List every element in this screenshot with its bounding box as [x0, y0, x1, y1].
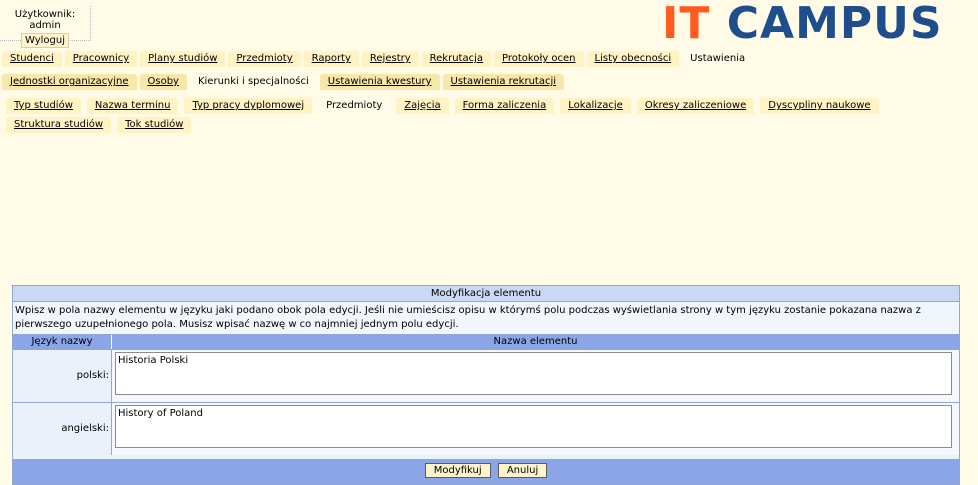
subtab-jednostki-organizacyjne[interactable]: Jednostki organizacyjne [2, 74, 137, 90]
cancel-button[interactable]: Anuluj [497, 463, 548, 478]
sectiontab-typ-pracy-dyplomowej[interactable]: Typ pracy dyplomowej [184, 98, 313, 114]
sectiontab-forma-zaliczenia[interactable]: Forma zaliczenia [454, 98, 555, 114]
table-row: angielski: [13, 402, 959, 455]
name-input-english[interactable] [115, 405, 952, 448]
subtab-kierunki-i-specjalności[interactable]: Kierunki i specjalności [189, 74, 317, 90]
sectiontab-okresy-zaliczeniowe[interactable]: Okresy zaliczeniowe [636, 98, 755, 114]
user-name-label: Użytkownik: admin [14, 9, 76, 31]
sectiontab-lokalizacje[interactable]: Lokalizacje [560, 98, 631, 114]
it-campus-logo: IT CAMPUS [662, 2, 943, 46]
page-scrollbar[interactable] [964, 0, 978, 483]
language-label-polish: polski: [13, 350, 112, 402]
subtab-ustawienia-rekrutacji[interactable]: Ustawienia rekrutacji [442, 74, 565, 90]
language-label-english: angielski: [13, 403, 112, 455]
sectiontab-tok-studiów[interactable]: Tok studiów [117, 117, 192, 133]
sectiontab-dyscypliny-naukowe[interactable]: Dyscypliny naukowe [760, 98, 879, 114]
tab-raporty[interactable]: Raporty [303, 51, 359, 67]
name-column-header: Nazwa elementu [493, 336, 578, 347]
grid-header: Język nazwy Nazwa elementu [13, 335, 959, 349]
logo-it-text: IT [662, 0, 711, 49]
logo-campus-text: CAMPUS [726, 0, 943, 49]
user-box: Użytkownik: admin Wyloguj [0, 6, 91, 48]
sub-nav: Jednostki organizacyjne Osoby Kierunki i s… [2, 74, 978, 90]
main-nav: Studenci Pracownicy Plany studiów Przedmiot… [2, 51, 978, 67]
language-column-header: Język nazwy [13, 335, 112, 349]
table-row: polski: [13, 349, 959, 402]
button-bar: Modyfikuj Anuluj [13, 459, 959, 484]
section-nav: Typ studiów Nazwa terminu Typ pracy dyplom… [6, 97, 960, 135]
panel-description: Wpisz w pola nazwy elementu w języku jak… [13, 302, 959, 335]
tab-pracownicy[interactable]: Pracownicy [64, 51, 138, 67]
name-input-polish[interactable] [115, 352, 952, 395]
tab-plany-studiów[interactable]: Plany studiów [140, 51, 226, 67]
tab-rekrutacja[interactable]: Rekrutacja [421, 51, 492, 67]
sectiontab-zajęcia[interactable]: Zajęcia [396, 98, 449, 114]
sectiontab-nazwa-terminu[interactable]: Nazwa terminu [86, 98, 179, 114]
tab-listy-obecności[interactable]: Listy obecności [586, 51, 680, 67]
edit-element-panel: Modyfikacja elementu Wpisz w pola nazwy … [12, 285, 960, 485]
tab-ustawienia[interactable]: Ustawienia [682, 51, 754, 67]
sectiontab-przedmioty[interactable]: Przedmioty [318, 98, 391, 114]
modify-button[interactable]: Modyfikuj [424, 463, 491, 478]
name-cell [112, 403, 959, 455]
tab-rejestry[interactable]: Rejestry [361, 51, 419, 67]
tab-protokoły-ocen[interactable]: Protokoły ocen [494, 51, 584, 67]
tab-studenci[interactable]: Studenci [2, 51, 62, 67]
panel-title: Modyfikacja elementu [13, 286, 959, 302]
sectiontab-struktura-studiów[interactable]: Struktura studiów [6, 117, 112, 133]
subtab-osoby[interactable]: Osoby [139, 74, 187, 90]
sectiontab-typ-studiów[interactable]: Typ studiów [6, 98, 81, 114]
subtab-ustawienia-kwestury[interactable]: Ustawienia kwestury [319, 74, 440, 90]
tab-przedmioty[interactable]: Przedmioty [228, 51, 301, 67]
name-cell [112, 350, 959, 402]
logout-button[interactable]: Wyloguj [21, 33, 69, 48]
